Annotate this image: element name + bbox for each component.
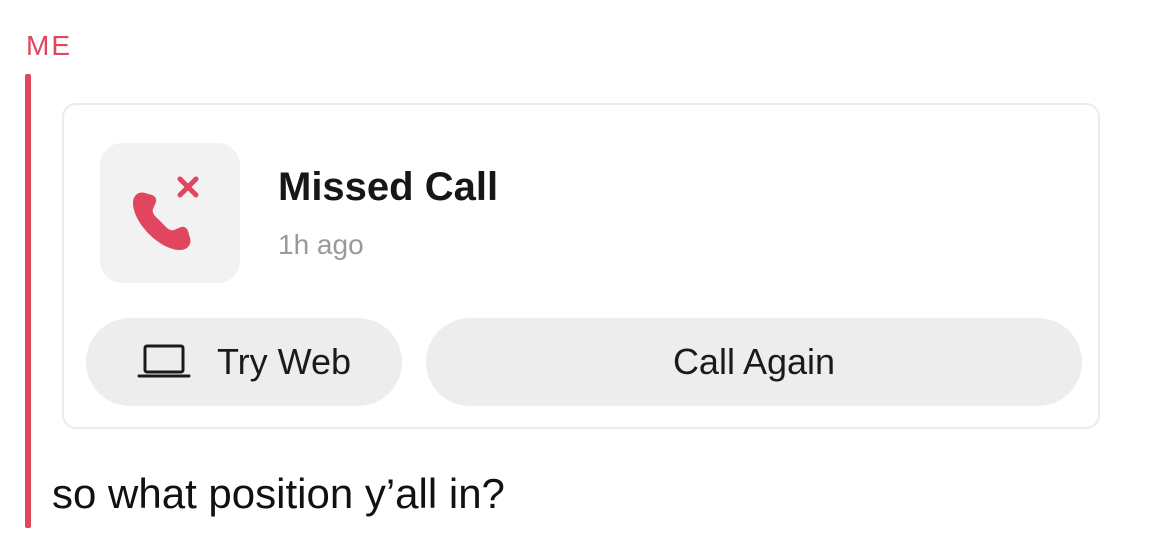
try-web-label: Try Web <box>216 341 351 382</box>
missed-call-card[interactable]: Missed Call 1h ago Try Web Call Again <box>62 103 1100 429</box>
phone-handset-shape <box>133 192 191 250</box>
laptop-icon <box>137 344 191 378</box>
call-again-button[interactable]: Call Again <box>426 318 1082 406</box>
chat-sender-label: ME <box>26 30 72 61</box>
call-title: Missed Call <box>278 165 499 209</box>
try-web-button[interactable]: Try Web <box>86 318 402 406</box>
call-timestamp: 1h ago <box>278 229 364 260</box>
missed-call-x-shape <box>177 176 199 198</box>
call-again-label: Call Again <box>672 341 836 382</box>
message-thread-bar <box>25 74 31 528</box>
missed-call-icon <box>133 176 199 250</box>
missed-call-icon-tile <box>100 143 240 283</box>
chat-message: so what position y’all in? <box>52 470 505 517</box>
